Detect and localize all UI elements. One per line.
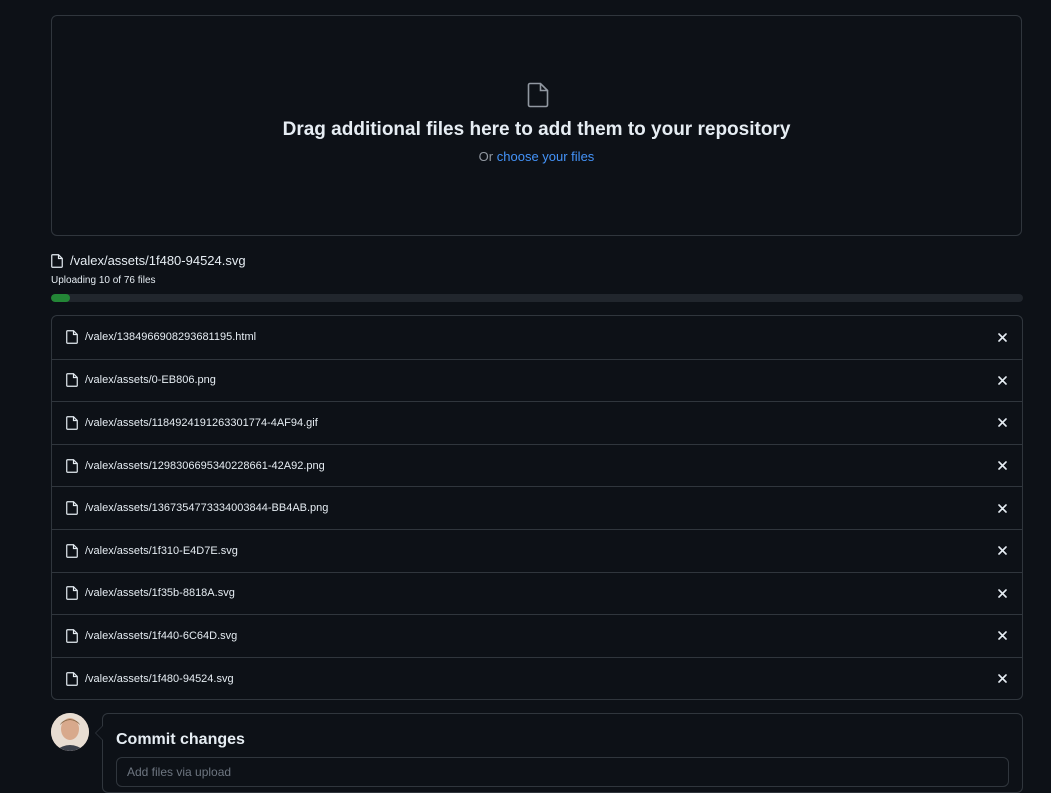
file-name: /valex/1384966908293681195.html: [85, 331, 257, 344]
commit-changes-panel: Commit changes: [95, 713, 1023, 793]
upload-progress-fill: [51, 294, 71, 302]
file-list-row: /valex/assets/1f480-94524.svg: [52, 656, 1022, 700]
x-icon[interactable]: [996, 417, 1008, 429]
commit-title: Commit changes: [116, 731, 245, 748]
file-icon: [66, 543, 78, 558]
file-list-row: /valex/assets/0-EB806.png: [52, 358, 1022, 402]
file-name: /valex/assets/1298306695340228661-42A92.…: [85, 459, 325, 472]
x-icon[interactable]: [996, 673, 1008, 685]
upload-status-text: Uploading 10 of 76 files: [51, 275, 156, 286]
upload-progress-bar: [51, 294, 1023, 302]
x-icon[interactable]: [996, 460, 1008, 472]
commit-message-input[interactable]: [116, 757, 1009, 787]
file-name: /valex/assets/0-EB806.png: [85, 374, 216, 387]
file-name: /valex/assets/1184924191263301774-4AF94.…: [85, 416, 318, 429]
file-dropzone[interactable]: Drag additional files here to add them t…: [51, 15, 1022, 236]
dropzone-title: Drag additional files here to add them t…: [282, 119, 791, 140]
file-list-row: /valex/1384966908293681195.html: [52, 316, 1022, 359]
file-name: /valex/assets/1f480-94524.svg: [85, 672, 234, 685]
dropzone-subline: Or choose your files: [52, 149, 1021, 164]
file-list-row: /valex/assets/1298306695340228661-42A92.…: [52, 443, 1022, 487]
choose-files-link[interactable]: choose your files: [497, 149, 595, 164]
file-icon: [66, 501, 78, 516]
file-list-row: /valex/assets/1f310-E4D7E.svg: [52, 528, 1022, 572]
file-icon: [66, 373, 78, 388]
x-icon[interactable]: [996, 502, 1008, 514]
file-icon: [66, 629, 78, 643]
x-icon[interactable]: [996, 374, 1008, 386]
file-list-row: /valex/assets/1367354773334003844-BB4AB.…: [52, 486, 1022, 529]
file-list-row: /valex/assets/1f440-6C64D.svg: [52, 614, 1022, 657]
file-icon: [66, 671, 78, 686]
current-file-name: /valex/assets/1f480-94524.svg: [70, 253, 246, 268]
file-icon: [66, 458, 78, 473]
file-list-row: /valex/assets/1f35b-8818A.svg: [52, 571, 1022, 615]
file-list: /valex/1384966908293681195.html/valex/as…: [51, 315, 1023, 701]
x-icon[interactable]: [996, 331, 1008, 343]
x-icon[interactable]: [996, 587, 1008, 599]
file-name: /valex/assets/1367354773334003844-BB4AB.…: [85, 502, 329, 515]
file-icon: [51, 253, 63, 268]
file-icon: [66, 416, 78, 430]
file-icon: [66, 330, 78, 345]
file-name: /valex/assets/1f440-6C64D.svg: [85, 629, 238, 642]
avatar[interactable]: [51, 713, 89, 751]
x-icon[interactable]: [996, 630, 1008, 642]
file-icon: [66, 586, 78, 601]
file-name: /valex/assets/1f310-E4D7E.svg: [85, 544, 238, 557]
x-icon[interactable]: [996, 545, 1008, 557]
file-name: /valex/assets/1f35b-8818A.svg: [85, 587, 235, 600]
file-list-row: /valex/assets/1184924191263301774-4AF94.…: [52, 401, 1022, 444]
file-icon: [527, 82, 549, 113]
or-text: Or: [478, 149, 494, 164]
current-upload-file: /valex/assets/1f480-94524.svg: [51, 253, 246, 268]
